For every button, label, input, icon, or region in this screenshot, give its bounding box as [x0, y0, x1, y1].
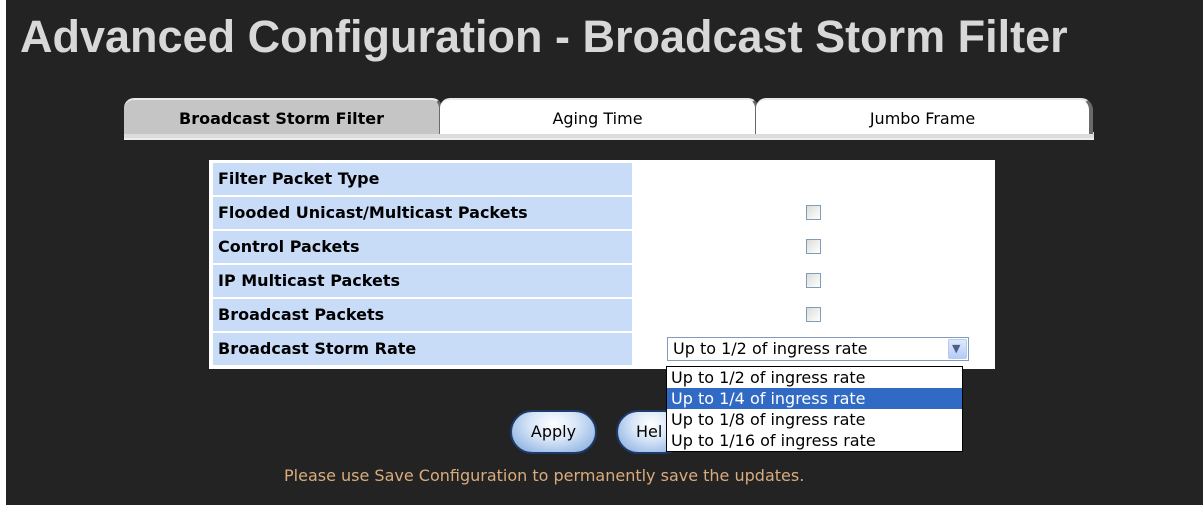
tab-broadcast-storm-filter[interactable]: Broadcast Storm Filter	[124, 98, 442, 134]
broadcast-storm-rate-selected-value: Up to 1/2 of ingress rate	[673, 339, 868, 358]
ip-multicast-packets-label: IP Multicast Packets	[213, 265, 632, 297]
broadcast-storm-rate-dropdown-list: Up to 1/2 of ingress rate Up to 1/4 of i…	[666, 366, 963, 452]
flooded-unicast-multicast-checkbox[interactable]	[806, 205, 821, 220]
tab-aging-time[interactable]: Aging Time	[440, 98, 758, 134]
tab-bar: Broadcast Storm Filter Aging Time Jumbo …	[124, 96, 1094, 140]
table-row: Flooded Unicast/Multicast Packets	[211, 196, 993, 230]
table-row: Control Packets	[211, 230, 993, 264]
broadcast-storm-rate-cell: Up to 1/2 of ingress rate ▼	[636, 333, 991, 365]
chevron-down-icon: ▼	[952, 342, 961, 355]
control-packets-label: Control Packets	[213, 231, 632, 263]
flooded-unicast-multicast-cell	[636, 197, 991, 229]
broadcast-packets-label: Broadcast Packets	[213, 299, 632, 331]
broadcast-storm-rate-label: Broadcast Storm Rate	[213, 333, 632, 365]
ip-multicast-packets-cell	[636, 265, 991, 297]
page-title: Advanced Configuration - Broadcast Storm…	[20, 11, 1068, 62]
save-configuration-note: Please use Save Configuration to permane…	[284, 466, 805, 485]
filter-config-table: Filter Packet Type Flooded Unicast/Multi…	[209, 160, 995, 369]
flooded-unicast-multicast-label: Flooded Unicast/Multicast Packets	[213, 197, 632, 229]
broadcast-packets-checkbox[interactable]	[806, 307, 821, 322]
rate-option-1-8[interactable]: Up to 1/8 of ingress rate	[667, 409, 962, 430]
apply-button[interactable]: Apply	[510, 410, 597, 454]
table-row: IP Multicast Packets	[211, 264, 993, 298]
rate-option-1-4[interactable]: Up to 1/4 of ingress rate	[667, 388, 962, 409]
broadcast-packets-cell	[636, 299, 991, 331]
filter-packet-type-value	[636, 163, 991, 195]
tab-jumbo-frame[interactable]: Jumbo Frame	[756, 98, 1093, 134]
rate-option-1-16[interactable]: Up to 1/16 of ingress rate	[667, 430, 962, 451]
broadcast-storm-rate-select[interactable]: Up to 1/2 of ingress rate ▼	[667, 337, 969, 361]
table-row: Filter Packet Type	[211, 162, 993, 196]
control-packets-cell	[636, 231, 991, 263]
filter-packet-type-label: Filter Packet Type	[213, 163, 632, 195]
control-packets-checkbox[interactable]	[806, 239, 821, 254]
select-dropdown-button[interactable]: ▼	[948, 339, 967, 359]
table-row: Broadcast Storm Rate Up to 1/2 of ingres…	[211, 332, 993, 366]
table-row: Broadcast Packets	[211, 298, 993, 332]
rate-option-1-2[interactable]: Up to 1/2 of ingress rate	[667, 367, 962, 388]
ip-multicast-packets-checkbox[interactable]	[806, 273, 821, 288]
